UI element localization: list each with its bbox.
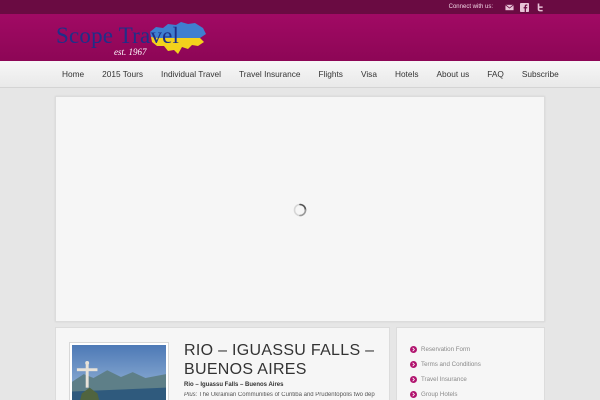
twitter-icon[interactable] (535, 2, 544, 12)
email-icon[interactable] (505, 3, 514, 12)
connect-label: Connect with us: (448, 4, 493, 10)
nav-2015-tours[interactable]: 2015 Tours (93, 61, 152, 88)
nav-flights[interactable]: Flights (310, 61, 352, 88)
post-desc-prefix: Plus: (184, 392, 198, 398)
featured-post: RIO – IGUASSU FALLS – BUENOS AIRES Rio –… (55, 327, 390, 400)
sidebar-link-reservation-form[interactable]: Reservation Form (410, 342, 544, 357)
nav-faq[interactable]: FAQ (478, 61, 513, 88)
image-slider[interactable] (55, 96, 545, 322)
site-logo[interactable]: Scope Travel est. 1967 (56, 20, 206, 60)
sidebar-link-terms[interactable]: Terms and Conditions (410, 357, 544, 372)
sidebar-link-label: Terms and Conditions (421, 361, 481, 368)
nav-home[interactable]: Home (52, 61, 93, 88)
facebook-icon[interactable] (520, 2, 529, 12)
sidebar-link-label: Reservation Form (421, 346, 471, 353)
sidebar-links: Reservation Form Terms and Conditions Tr… (396, 327, 545, 400)
sidebar-link-label: Group Hotels (421, 391, 458, 398)
brand-name: Scope Travel (56, 23, 180, 48)
chevron-right-icon (410, 361, 417, 368)
sidebar-link-travel-insurance[interactable]: Travel Insurance (410, 372, 544, 387)
post-subtitle: Rio – Iguassu Falls – Buenos Aires (184, 382, 284, 388)
nav-travel-insurance[interactable]: Travel Insurance (230, 61, 310, 88)
loading-spinner-icon (293, 203, 307, 217)
nav-hotels[interactable]: Hotels (386, 61, 428, 88)
nav-subscribe[interactable]: Subscribe (513, 61, 568, 88)
nav-visa[interactable]: Visa (352, 61, 386, 88)
post-description: Plus: The Ukrainian Communities of Curit… (184, 392, 384, 398)
sidebar-link-group-hotels[interactable]: Group Hotels (410, 387, 544, 400)
nav-about-us[interactable]: About us (427, 61, 478, 88)
sidebar-link-label: Travel Insurance (421, 376, 467, 383)
post-title[interactable]: RIO – IGUASSU FALLS – BUENOS AIRES (184, 341, 384, 379)
post-thumbnail[interactable] (69, 342, 169, 400)
site-header: Scope Travel est. 1967 (0, 14, 600, 61)
post-desc-text: The Ukrainian Communities of Curitiba an… (197, 392, 375, 398)
rio-photo-icon (72, 345, 166, 400)
brand-est: est. 1967 (114, 47, 147, 57)
chevron-right-icon (410, 376, 417, 383)
chevron-right-icon (410, 346, 417, 353)
chevron-right-icon (410, 391, 417, 398)
nav-individual-travel[interactable]: Individual Travel (152, 61, 230, 88)
main-nav: Home 2015 Tours Individual Travel Travel… (0, 61, 600, 88)
top-bar: Connect with us: (0, 0, 600, 14)
